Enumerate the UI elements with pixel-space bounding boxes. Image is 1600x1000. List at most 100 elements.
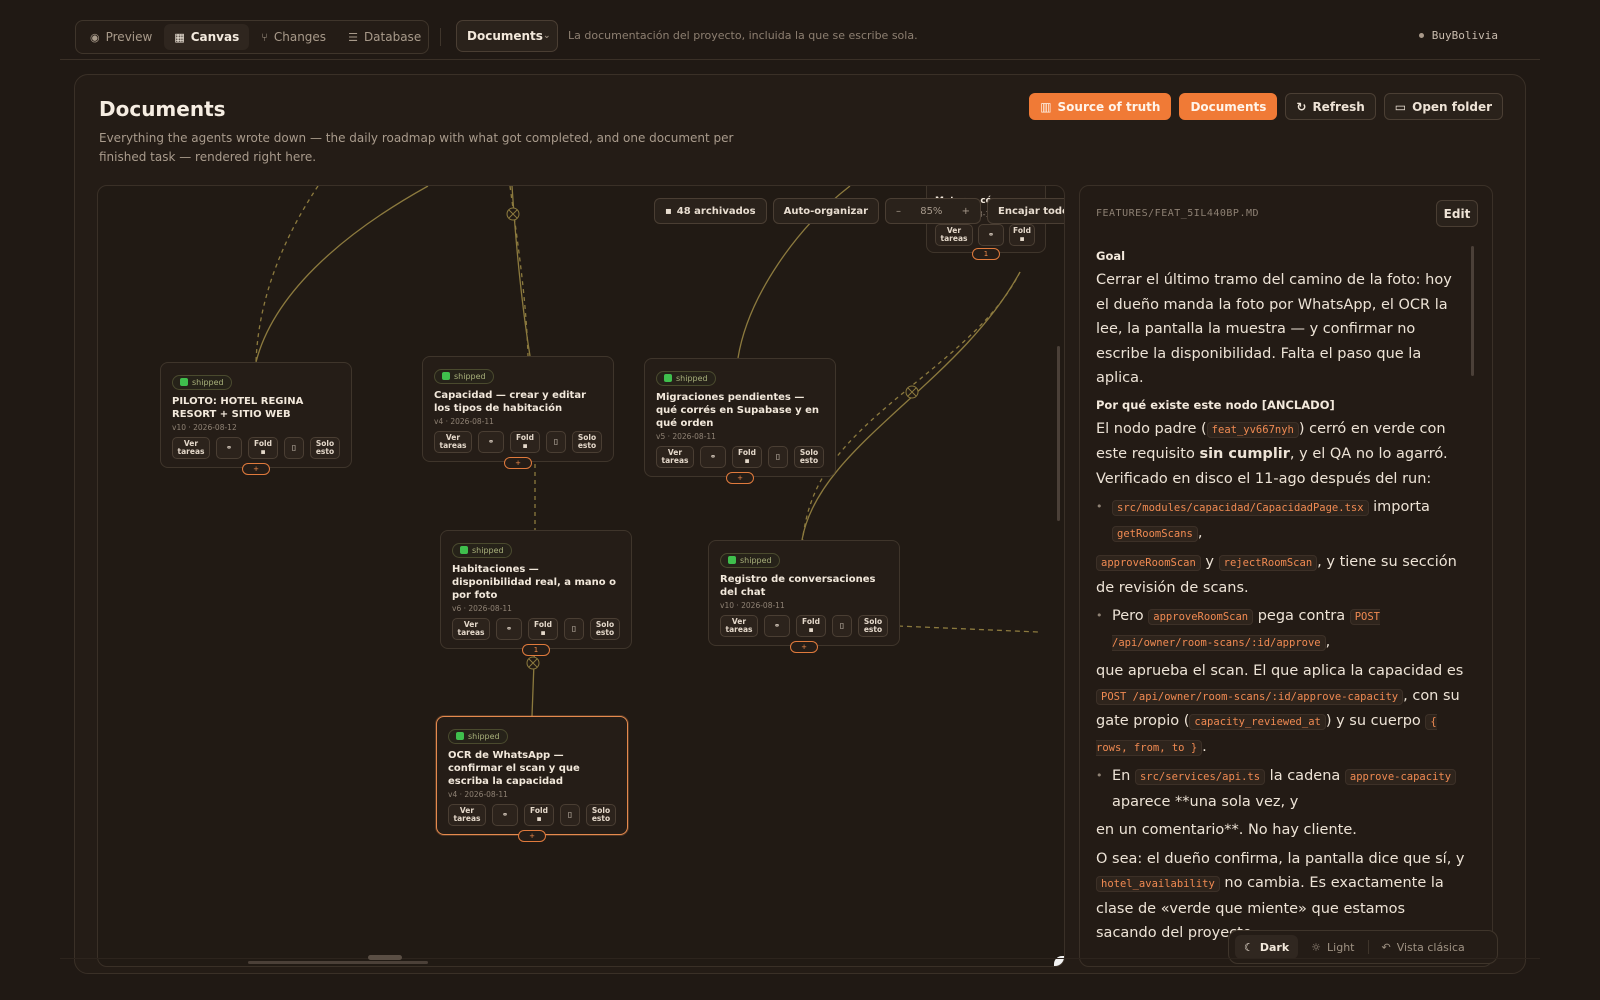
node-title: Capacidad — crear y editar los tipos de … [434, 390, 587, 414]
delete-button[interactable]: ▯ [284, 437, 304, 459]
documents-select[interactable]: Documents ⌄ [456, 20, 558, 52]
box-icon: ▪ [1019, 234, 1025, 243]
document-body: Goal Cerrar el último tramo del camino d… [1096, 248, 1468, 950]
node-handle[interactable]: 1 [522, 644, 550, 656]
delete-button[interactable]: ▯ [546, 431, 566, 453]
link-button[interactable]: ⚭ [700, 446, 726, 468]
text: ) y su cuerpo [1325, 713, 1426, 729]
canvas-node[interactable]: shipped Migraciones pendientes — qué cor… [644, 358, 836, 484]
source-of-truth-button[interactable]: ▥ Source of truth [1029, 93, 1172, 120]
tab-preview[interactable]: ◉ Preview [80, 24, 162, 50]
archived-button[interactable]: ▪ 48 archivados [654, 198, 767, 224]
edit-button[interactable]: Edit [1436, 200, 1478, 227]
paragraph: approveRoomScan y rejectRoomScan, y tien… [1096, 550, 1468, 600]
node-handle[interactable]: + [790, 641, 818, 653]
link-button[interactable]: ⚭ [764, 615, 790, 637]
fold-button[interactable]: Fold ▪ [1009, 224, 1035, 246]
fold-button[interactable]: Fold ▪ [528, 618, 558, 640]
canvas-node[interactable]: shipped Registro de conversaciones del c… [708, 540, 900, 653]
open-folder-button[interactable]: ▭ Open folder [1383, 93, 1503, 120]
theme-dark-button[interactable]: ☾ Dark [1235, 935, 1299, 959]
node-meta: v10 · 2026-08-11 [720, 601, 785, 610]
theme-dark-label: Dark [1259, 940, 1290, 954]
solo-esto-button[interactable]: Solo esto [586, 804, 616, 826]
tab-canvas[interactable]: ▦ Canvas [164, 24, 250, 50]
solo-esto-button[interactable]: Solo esto [310, 437, 340, 459]
node-meta: v10 · 2026-08-12 [172, 423, 237, 432]
trash-icon: ▯ [567, 810, 573, 819]
fold-button[interactable]: Fold ▪ [248, 437, 278, 459]
page-horizontal-scrollbar[interactable] [368, 955, 402, 960]
node-handle[interactable]: + [504, 457, 532, 469]
check-icon [456, 732, 464, 740]
fold-button[interactable]: Fold ▪ [524, 804, 554, 826]
canvas-node-selected[interactable]: shipped OCR de WhatsApp — confirmar el s… [436, 716, 628, 842]
node-handle[interactable]: + [518, 830, 546, 842]
reader-scrollbar[interactable] [1471, 246, 1474, 376]
ver-tareas-button[interactable]: Ver tareas [935, 224, 973, 246]
canvas-node[interactable]: shipped PILOTO: HOTEL REGINA RESORT + SI… [160, 362, 352, 475]
fold-button[interactable]: Fold ▪ [510, 431, 540, 453]
status-badge: shipped [434, 368, 494, 384]
ver-tareas-button[interactable]: Ver tareas [656, 446, 694, 468]
refresh-button[interactable]: ↻ Refresh [1285, 93, 1376, 120]
inline-code: src/modules/capacidad/CapacidadPage.tsx [1112, 500, 1369, 516]
box-icon: ▪ [522, 441, 528, 450]
zoom-in-button[interactable]: + [962, 206, 970, 217]
classic-view-button[interactable]: ↶ Vista clásica [1373, 935, 1474, 959]
text: la cadena [1265, 768, 1345, 784]
delete-button[interactable]: ▯ [560, 804, 580, 826]
solo-esto-button[interactable]: Solo esto [572, 431, 602, 453]
delete-button[interactable]: ▯ [832, 615, 852, 637]
auto-organize-button[interactable]: Auto-organizar [772, 198, 880, 224]
fold-button[interactable]: Fold ▪ [796, 615, 826, 637]
solo-esto-button[interactable]: Solo esto [858, 615, 888, 637]
fit-all-button[interactable]: Encajar todo [987, 198, 1064, 224]
theme-light-button[interactable]: ☼ Light [1302, 935, 1363, 959]
node-handle[interactable]: + [242, 463, 270, 475]
document-canvas[interactable]: Motor … cóm… v2 · 2026-08-11 Ver tareas … [97, 185, 1065, 967]
ver-tareas-button[interactable]: Ver tareas [452, 618, 490, 640]
node-handle[interactable]: + [726, 472, 754, 484]
status-badge: shipped [656, 370, 716, 386]
link-button[interactable]: ⚭ [478, 431, 504, 453]
text: En [1112, 768, 1135, 784]
ver-tareas-button[interactable]: Ver tareas [720, 615, 758, 637]
ver-tareas-button[interactable]: Ver tareas [448, 804, 486, 826]
node-actions: Ver tareas ⚭ Fold ▪ [935, 224, 1037, 246]
ver-tareas-button[interactable]: Ver tareas [172, 437, 210, 459]
node-actions: Ver tareas ⚭ Fold ▪ ▯ Solo esto [656, 446, 824, 468]
link-button[interactable]: ⚭ [496, 618, 522, 640]
sun-icon: ☼ [1311, 940, 1322, 954]
link-button[interactable]: ⚭ [492, 804, 518, 826]
page-title: Documents [99, 97, 226, 121]
canvas-toolbar: ▪ 48 archivados Auto-organizar – 85% + E… [654, 198, 1064, 224]
zoom-out-button[interactable]: – [896, 206, 901, 217]
canvas-vertical-scrollbar[interactable] [1057, 346, 1060, 521]
text: , [1325, 633, 1331, 650]
bullet-list: Pero approveRoomScan pega contra POST /a… [1096, 604, 1468, 655]
link-icon: ⚭ [709, 452, 717, 461]
link-button[interactable]: ⚭ [978, 224, 1004, 246]
eye-icon: ◉ [90, 30, 100, 44]
ver-tareas-button[interactable]: Ver tareas [434, 431, 472, 453]
link-button[interactable]: ⚭ [216, 437, 242, 459]
canvas-horizontal-scrollbar[interactable] [248, 961, 428, 964]
check-icon [180, 378, 188, 386]
refresh-icon: ↻ [1296, 99, 1307, 114]
solo-esto-button[interactable]: Solo esto [590, 618, 620, 640]
goal-paragraph: Cerrar el último tramo del camino de la … [1096, 272, 1452, 386]
link-icon: ⚭ [501, 810, 509, 819]
canvas-node[interactable]: shipped Capacidad — crear y editar los t… [422, 356, 614, 469]
delete-button[interactable]: ▯ [768, 446, 788, 468]
classic-view-label: Vista clásica [1396, 940, 1465, 954]
solo-esto-button[interactable]: Solo esto [794, 446, 824, 468]
tab-changes[interactable]: ⑂ Changes [251, 24, 336, 50]
delete-button[interactable]: ▯ [564, 618, 584, 640]
fold-button[interactable]: Fold ▪ [732, 446, 762, 468]
documents-button[interactable]: Documents [1179, 93, 1278, 120]
tab-database[interactable]: ☰ Database [338, 24, 431, 50]
node-handle[interactable]: 1 [972, 248, 1000, 260]
canvas-node[interactable]: shipped Habitaciones — disponibilidad re… [440, 530, 632, 656]
source-of-truth-label: Source of truth [1057, 99, 1161, 114]
